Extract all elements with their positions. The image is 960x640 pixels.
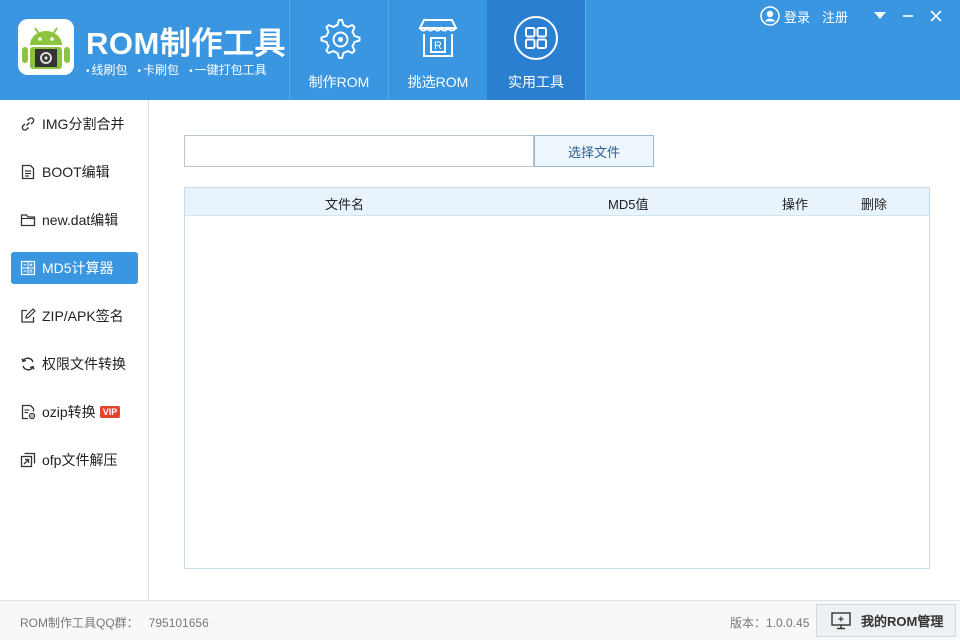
column-header-delete: 删除	[861, 197, 888, 212]
app-subtitle: 线刷包 卡刷包 一键打包工具	[86, 61, 267, 78]
sidebar-item-perm-convert[interactable]: 权限文件转换	[11, 348, 138, 380]
user-icon	[760, 6, 780, 26]
sidebar-item-label: ofp文件解压	[42, 452, 118, 468]
chevron-down-icon	[874, 12, 886, 19]
login-link[interactable]: 登录	[784, 7, 810, 26]
sidebar-item-md5[interactable]: MD5计算器	[11, 252, 138, 284]
gear-icon	[320, 19, 361, 59]
sub-item-card: 卡刷包	[138, 61, 179, 78]
column-header-filename: 文件名	[325, 197, 365, 212]
sub-item-flash: 线刷包	[86, 61, 128, 78]
version-label: 版本：1.0.0.45	[730, 616, 810, 630]
sidebar-item-ozip[interactable]: ozip转换 VIP	[11, 396, 138, 428]
tab-utilities[interactable]: 实用工具	[487, 0, 585, 100]
column-header-md5: MD5值	[608, 197, 649, 212]
my-rom-manage-label: 我的ROM管理	[861, 614, 944, 629]
qq-group-info: ROM制作工具QQ群： 795101656	[20, 614, 209, 631]
svg-text:R: R	[434, 40, 442, 52]
app-header: ROM制作工具 线刷包 卡刷包 一键打包工具 制作ROM R 挑选ROM	[0, 0, 960, 100]
window-topbar: 登录 注册	[760, 6, 944, 26]
link-icon	[21, 117, 35, 131]
tab-make-rom[interactable]: 制作ROM	[290, 0, 388, 100]
vip-badge: VIP	[99, 406, 121, 418]
tab-make-rom-label: 制作ROM	[308, 74, 370, 90]
sidebar-item-label: MD5计算器	[42, 260, 114, 276]
md5-results-table: 文件名 MD5值 操作 删除	[184, 187, 930, 569]
extract-icon	[20, 452, 36, 468]
sidebar-item-boot-edit[interactable]: BOOT编辑	[11, 156, 138, 188]
document-icon	[21, 164, 35, 180]
sidebar-item-label: IMG分割合并	[42, 116, 125, 132]
sidebar-item-label: ozip转换	[42, 404, 96, 420]
qq-group-label: ROM制作工具QQ群：	[20, 616, 139, 630]
edit-icon	[21, 308, 36, 323]
qq-group-number: 795101656	[148, 616, 209, 630]
close-icon	[930, 10, 942, 22]
tab-pick-rom[interactable]: R 挑选ROM	[389, 0, 487, 100]
store-icon: R	[418, 19, 458, 57]
monitor-icon	[831, 611, 851, 629]
sidebar-item-label: new.dat编辑	[42, 212, 119, 228]
status-footer: ROM制作工具QQ群： 795101656 版本：1.0.0.45 我的ROM管理	[0, 600, 960, 640]
grid-icon	[514, 16, 558, 60]
app-logo	[18, 19, 74, 75]
sub-item-pack: 一键打包工具	[189, 61, 267, 78]
tab-utilities-label: 实用工具	[508, 74, 564, 90]
sidebar-item-newdat-edit[interactable]: new.dat编辑	[11, 204, 138, 236]
calculator-icon	[20, 260, 36, 276]
sidebar-item-ofp-extract[interactable]: ofp文件解压	[11, 444, 138, 476]
sidebar-item-label: 权限文件转换	[42, 356, 126, 372]
choose-file-button[interactable]: 选择文件	[534, 135, 654, 167]
file-path-input[interactable]	[184, 135, 534, 167]
sidebar-item-label: ZIP/APK签名	[42, 308, 124, 324]
minimize-button[interactable]	[900, 8, 916, 24]
nav-divider	[585, 0, 586, 100]
file-settings-icon	[21, 404, 36, 420]
sidebar-item-label: BOOT编辑	[42, 164, 110, 180]
sidebar-item-img-split[interactable]: IMG分割合并	[11, 108, 138, 140]
register-link[interactable]: 注册	[822, 7, 848, 26]
sidebar: IMG分割合并 BOOT编辑 new.dat编辑 MD5计算器 ZIP/APK签…	[0, 100, 149, 600]
close-button[interactable]	[928, 8, 944, 24]
table-header: 文件名 MD5值 操作 删除	[185, 188, 929, 216]
menu-dropdown-button[interactable]	[872, 8, 888, 24]
android-logo-icon	[18, 19, 74, 75]
tab-pick-rom-label: 挑选ROM	[407, 74, 469, 90]
my-rom-manage-button[interactable]: 我的ROM管理	[816, 604, 956, 637]
app-title: ROM制作工具	[86, 26, 286, 61]
minimize-icon	[903, 15, 913, 17]
sidebar-item-zip-sign[interactable]: ZIP/APK签名	[11, 300, 138, 332]
column-header-action: 操作	[782, 197, 809, 212]
refresh-icon	[21, 357, 35, 371]
folder-icon	[20, 214, 36, 227]
